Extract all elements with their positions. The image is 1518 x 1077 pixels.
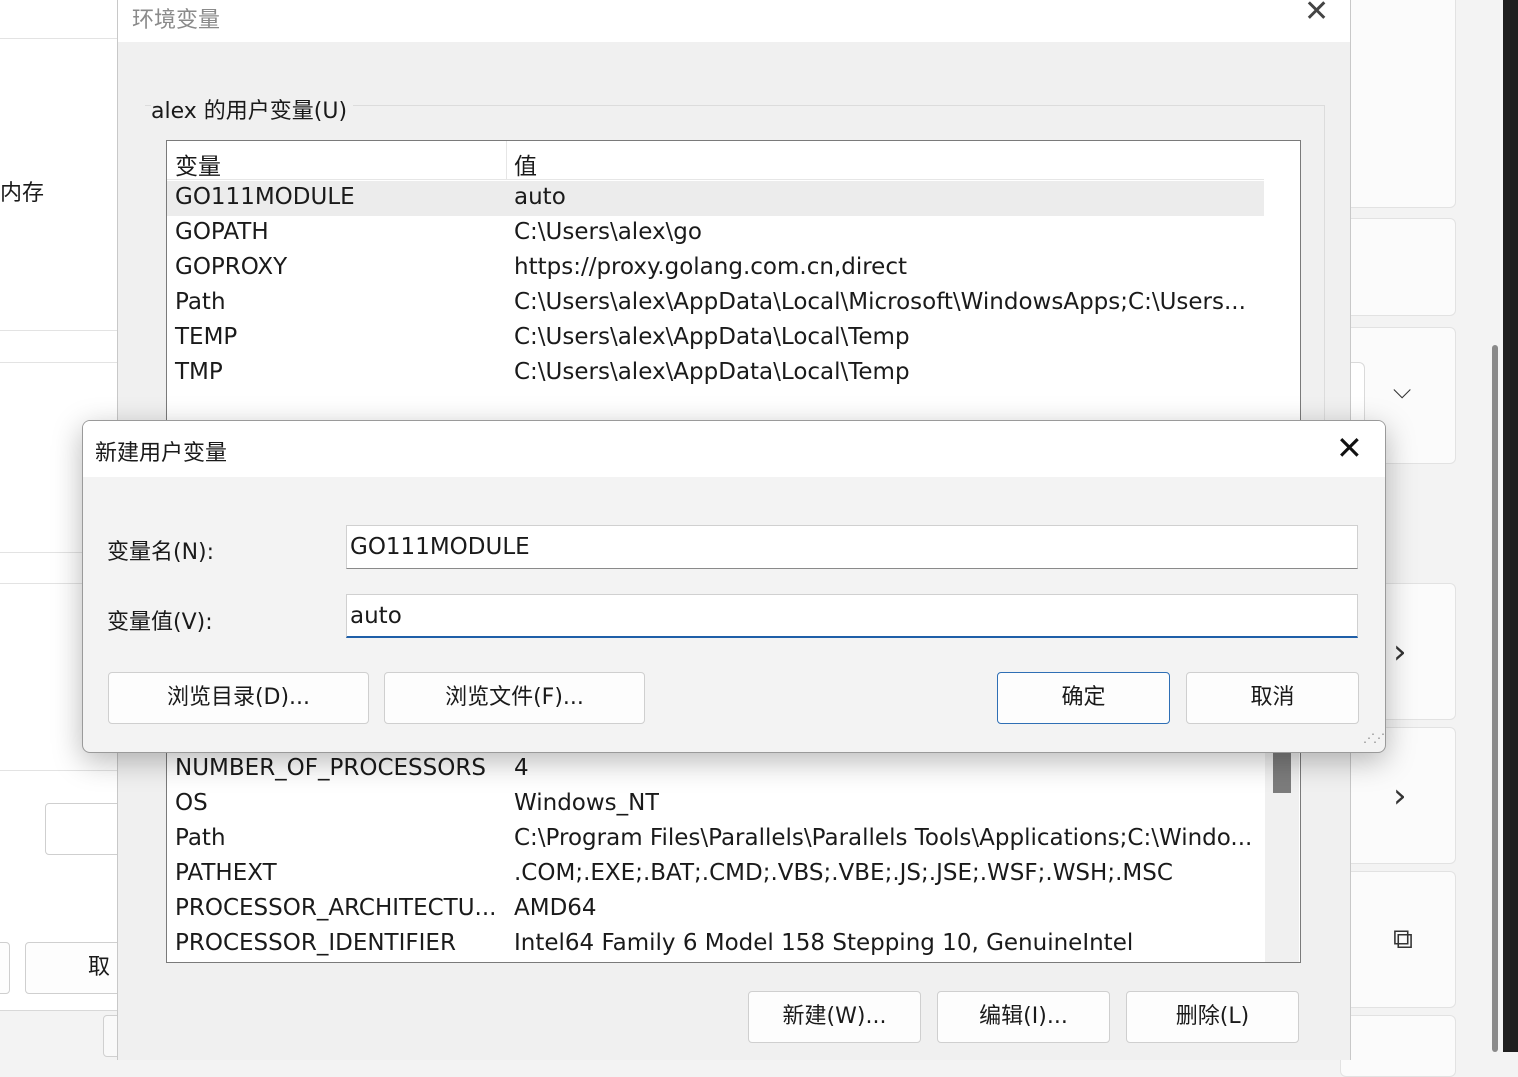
var-value: 4 (514, 755, 529, 781)
table-row[interactable]: NUMBER_OF_PROCESSORS 4 (167, 752, 1264, 787)
var-name: PATHEXT (175, 860, 277, 886)
resize-grip-icon[interactable]: ⋰⋰ (1363, 731, 1385, 745)
new-system-variable-button[interactable]: 新建(W)... (748, 991, 921, 1043)
table-row[interactable]: Path C:\Users\alex\AppData\Local\Microso… (167, 286, 1264, 321)
settings-card-external[interactable]: ⧉ (1340, 871, 1456, 1008)
var-value: https://proxy.golang.com.cn,direct (514, 254, 907, 280)
var-value: auto (514, 184, 566, 210)
divider (0, 330, 118, 331)
var-name: PROCESSOR_IDENTIFIER (175, 930, 456, 956)
screen-edge (1503, 0, 1518, 1052)
new-user-variable-dialog: 新建用户变量 ✕ 变量名(N): 变量值(V): 浏览目录(D)... 浏览文件… (82, 420, 1386, 753)
column-header-value[interactable]: 值 (514, 147, 537, 181)
var-value: Intel64 Family 6 Model 158 Stepping 10, … (514, 930, 1134, 956)
var-name: NUMBER_OF_PROCESSORS (175, 755, 486, 781)
table-row[interactable]: GOPROXY https://proxy.golang.com.cn,dire… (167, 251, 1264, 286)
table-row[interactable]: GO111MODULE auto (167, 181, 1264, 216)
variable-name-input[interactable] (346, 525, 1358, 569)
dialog-title: 新建用户变量 (95, 441, 228, 466)
external-link-icon: ⧉ (1393, 922, 1413, 955)
settings-card (1340, 1015, 1456, 1077)
table-row[interactable]: TEMP C:\Users\alex\AppData\Local\Temp (167, 321, 1264, 356)
background-cancel-button[interactable]: 取消 (25, 942, 127, 994)
var-name: GO111MODULE (175, 184, 355, 210)
group-border (1324, 105, 1325, 425)
variable-value-label: 变量值(V): (107, 610, 213, 635)
table-row[interactable]: GOPATH C:\Users\alex\go (167, 216, 1264, 251)
var-value: C:\Users\alex\go (514, 219, 702, 245)
var-name: GOPROXY (175, 254, 288, 280)
settings-card (1340, 0, 1456, 208)
var-name: GOPATH (175, 219, 269, 245)
user-variables-list[interactable]: 变量 值 GO111MODULE auto GOPATH C:\Users\al… (166, 140, 1301, 442)
var-name: TEMP (175, 324, 238, 350)
list-header: 变量 值 (167, 141, 1264, 180)
delete-system-variable-button[interactable]: 删除(L) (1126, 991, 1299, 1043)
close-icon[interactable]: ✕ (1336, 429, 1363, 467)
table-row[interactable]: OS Windows_NT (167, 787, 1264, 822)
var-value: AMD64 (514, 895, 597, 921)
browse-directory-button[interactable]: 浏览目录(D)... (108, 672, 369, 724)
var-name: Path (175, 289, 226, 315)
table-row[interactable]: Path C:\Program Files\Parallels\Parallel… (167, 822, 1264, 857)
variable-name-label: 变量名(N): (107, 540, 215, 565)
background-ok-button[interactable] (0, 942, 10, 994)
system-variables-list[interactable]: NUMBER_OF_PROCESSORS 4 OS Windows_NT Pat… (166, 740, 1301, 963)
column-divider[interactable] (506, 141, 507, 179)
var-name: PROCESSOR_ARCHITECTU... (175, 895, 497, 921)
edit-system-variable-button[interactable]: 编辑(I)... (937, 991, 1110, 1043)
var-value: C:\Users\alex\AppData\Local\Microsoft\Wi… (514, 289, 1246, 315)
vertical-scrollbar[interactable] (1265, 741, 1299, 962)
var-value: C:\Users\alex\AppData\Local\Temp (514, 324, 910, 350)
var-value: Windows_NT (514, 790, 660, 816)
scrollbar-thumb[interactable] (1492, 345, 1498, 1052)
memory-label: 内存 (0, 181, 45, 206)
table-row[interactable]: PROCESSOR_IDENTIFIER Intel64 Family 6 Mo… (167, 927, 1264, 962)
divider (0, 38, 118, 39)
browse-file-button[interactable]: 浏览文件(F)... (384, 672, 645, 724)
title-bar: 环境变量 ✕ (118, 0, 1350, 42)
user-variables-group-label: alex 的用户变量(U) (151, 93, 354, 125)
var-name: TMP (175, 359, 223, 385)
table-row[interactable]: PROCESSOR_ARCHITECTU... AMD64 (167, 892, 1264, 927)
scrollbar-thumb[interactable] (1273, 753, 1291, 793)
chevron-down-icon: ⌵ (1393, 376, 1412, 404)
chevron-right-icon: › (1393, 632, 1407, 672)
close-icon[interactable]: ✕ (1304, 0, 1329, 29)
ok-button[interactable]: 确定 (997, 672, 1170, 724)
divider (0, 362, 118, 363)
var-value: .COM;.EXE;.BAT;.CMD;.VBS;.VBE;.JS;.JSE;.… (514, 860, 1173, 886)
divider (0, 770, 118, 771)
column-header-variable[interactable]: 变量 (175, 147, 221, 181)
settings-card (1340, 218, 1456, 316)
var-name: Path (175, 825, 226, 851)
background-button[interactable] (45, 803, 127, 855)
cancel-button[interactable]: 取消 (1186, 672, 1359, 724)
table-row[interactable]: PATHEXT .COM;.EXE;.BAT;.CMD;.VBS;.VBE;.J… (167, 857, 1264, 892)
variable-value-input[interactable] (346, 594, 1358, 638)
var-value: C:\Program Files\Parallels\Parallels Too… (514, 825, 1253, 851)
dialog-title-bar: 新建用户变量 ✕ (83, 421, 1385, 477)
var-value: C:\Users\alex\AppData\Local\Temp (514, 359, 910, 385)
window-title: 环境变量 (132, 8, 221, 33)
table-row[interactable]: TMP C:\Users\alex\AppData\Local\Temp (167, 356, 1264, 391)
chevron-right-icon: › (1393, 776, 1407, 816)
var-name: OS (175, 790, 208, 816)
